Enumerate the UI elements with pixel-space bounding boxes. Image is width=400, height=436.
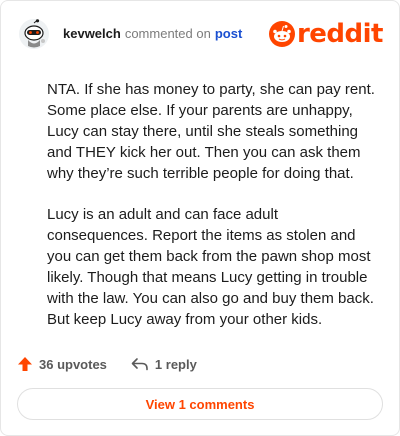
comment-body: NTA. If she has money to party, she can …	[47, 79, 381, 350]
comment-paragraph: NTA. If she has money to party, she can …	[47, 81, 375, 182]
view-comments-button[interactable]: View 1 comments	[17, 388, 383, 420]
comment-paragraph: Lucy is an adult and can face adult cons…	[47, 206, 374, 328]
action-text: commented on	[124, 26, 211, 41]
reply-arrow-icon	[131, 358, 148, 371]
reddit-logo[interactable]: reddit	[268, 17, 384, 51]
upvote-count: 36 upvotes	[39, 356, 107, 372]
post-link[interactable]: post	[215, 26, 242, 42]
username-link[interactable]: kevwelch	[63, 26, 121, 42]
snoo-avatar-icon[interactable]	[19, 19, 49, 49]
comment-header: kevwelch commented on post reddit	[19, 17, 384, 51]
reddit-wordmark: reddit	[296, 19, 384, 49]
reply-count: 1 reply	[154, 356, 197, 372]
reddit-snoo-icon	[268, 21, 295, 47]
comment-meta: kevwelch commented on post	[63, 26, 242, 42]
reply-button[interactable]: 1 reply	[131, 357, 197, 372]
upvote-arrow-icon	[18, 357, 32, 371]
upvote-button[interactable]: 36 upvotes	[17, 356, 107, 372]
comment-actions: 36 upvotes 1 reply	[17, 354, 197, 374]
comment-card: kevwelch commented on post reddit NTA. I…	[0, 0, 400, 436]
